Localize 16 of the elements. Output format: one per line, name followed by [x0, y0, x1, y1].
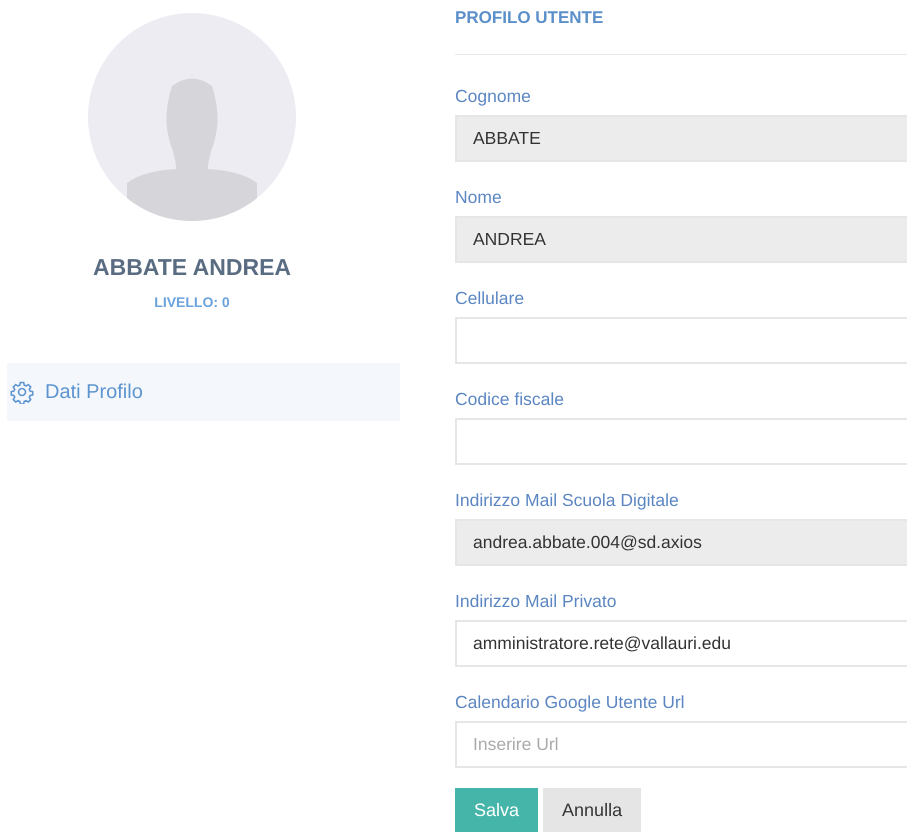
field-label: Indirizzo Mail Privato	[455, 590, 618, 613]
text-field[interactable]: amministratore.rete@vallauri.edu	[455, 620, 907, 667]
settings-icon	[10, 380, 34, 404]
field-label: Indirizzo Mail Scuola Digitale	[455, 489, 680, 512]
field-label: Calendario Google Utente Url	[455, 691, 686, 714]
form-title: PROFILO UTENTE	[455, 7, 604, 29]
cancel-button[interactable]: Annulla	[543, 788, 642, 832]
field-label: Cognome	[455, 85, 532, 108]
user-level: LIVELLO: 0	[154, 294, 230, 310]
user-name: ABBATE ANDREA	[92, 254, 292, 281]
text-field[interactable]: Inserire Url	[455, 721, 907, 768]
field-label: Nome	[455, 186, 503, 209]
text-field[interactable]	[455, 317, 907, 364]
field-label: Cellulare	[455, 287, 526, 310]
text-field[interactable]	[455, 418, 907, 465]
field-label: Codice fiscale	[455, 388, 565, 411]
